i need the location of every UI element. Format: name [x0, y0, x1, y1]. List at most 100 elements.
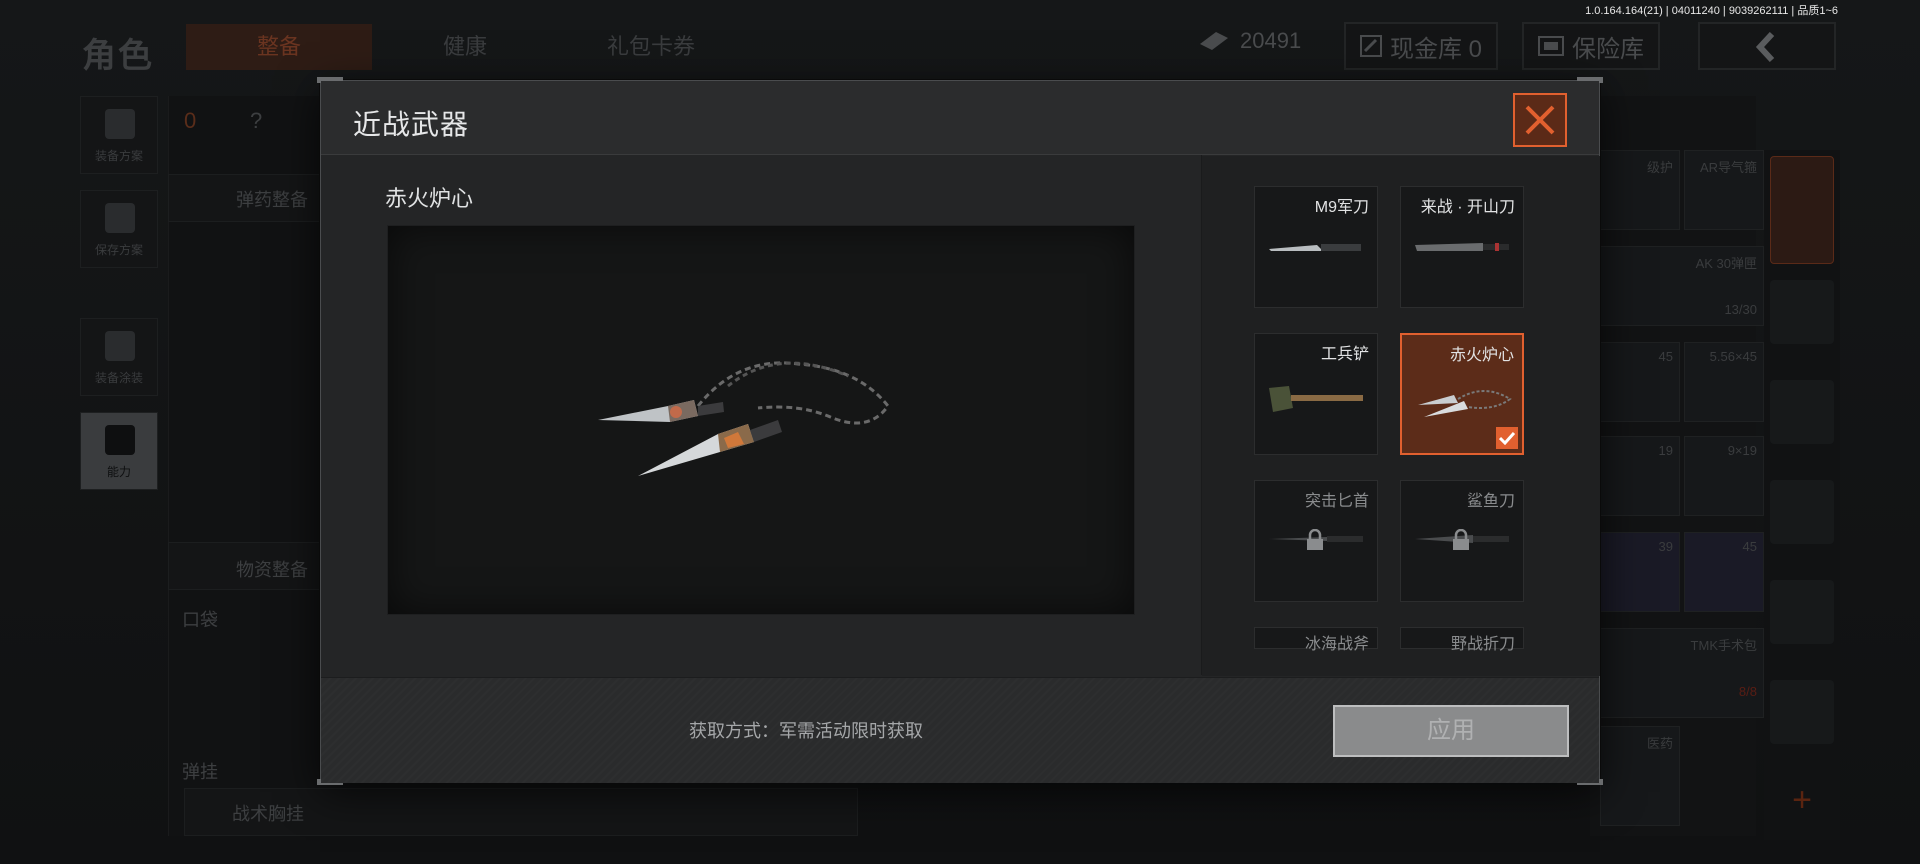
back-button[interactable]: [1698, 22, 1836, 70]
weapon-card-name: 工兵铲: [1320, 346, 1369, 363]
lock-icon: [1453, 529, 1469, 550]
download-icon: [105, 203, 135, 233]
tab-gift-coupons[interactable]: 礼包卡券: [558, 24, 744, 70]
inventory-label: TMK手术包: [1690, 638, 1757, 653]
paint-button[interactable]: 装备涂装: [80, 318, 158, 396]
inventory-label: 9×19: [1727, 443, 1757, 458]
rig-value: 战术胸挂: [232, 804, 304, 824]
rail-item[interactable]: [1770, 480, 1834, 544]
loadout-plan-button[interactable]: 装备方案: [80, 96, 158, 174]
ability-label: 能力: [106, 465, 131, 479]
pocket-label: 口袋: [182, 610, 218, 630]
weapon-card-name: 野战折刀: [1450, 636, 1515, 653]
rail-item[interactable]: [1770, 380, 1834, 444]
rig-label: 弹挂: [182, 762, 218, 782]
weapon-preview[interactable]: [387, 225, 1135, 615]
coin-icon: [1200, 32, 1228, 50]
inventory-cell[interactable]: AK 30弹匣 13/30: [1600, 246, 1764, 326]
supplies-section-label: 物资整备: [236, 560, 308, 580]
weapon-card-m9[interactable]: M9军刀: [1254, 186, 1378, 308]
selected-check-icon: [1496, 427, 1518, 449]
inventory-label: 5.56×45: [1709, 349, 1757, 364]
inventory-cell[interactable]: TMK手术包 8/8: [1600, 628, 1764, 718]
inventory-cell[interactable]: 级护: [1600, 150, 1680, 230]
inventory-label: 13/30: [1724, 302, 1757, 317]
left-menu: 装备方案 保存方案 装备涂装 能力: [80, 96, 158, 506]
inventory-cell[interactable]: 39: [1600, 532, 1680, 612]
weapon-card-ice-axe[interactable]: 冰海战斧: [1254, 627, 1378, 653]
coin-value: 20491: [1240, 28, 1302, 53]
inventory-cell[interactable]: 19: [1600, 436, 1680, 516]
save-plan-label: 保存方案: [94, 243, 143, 257]
weapon-list[interactable]: M9军刀 来战 · 开山刀 工兵铲 赤火炉心 突击匕首 鲨鱼刀 冰海战斧 野战折…: [1202, 156, 1600, 676]
cash-vault-button[interactable]: 现金库 0: [1344, 22, 1499, 70]
inventory-label: AR导气箍: [1699, 160, 1757, 175]
inventory-label: 45: [1742, 539, 1757, 554]
cash-vault-label: 现金库 0: [1390, 35, 1483, 63]
weapon-card-name: 鲨鱼刀: [1466, 493, 1515, 510]
vest-icon: [105, 109, 135, 139]
kunai-image: [1418, 390, 1512, 417]
page-title: 角色: [82, 37, 154, 75]
weapon-card-shovel[interactable]: 工兵铲: [1254, 333, 1378, 455]
bayonet-image: [1269, 244, 1361, 251]
machete-image: [1415, 243, 1509, 251]
tab-health[interactable]: 健康: [372, 24, 558, 70]
dialog-title: 近战武器: [353, 109, 470, 140]
inventory-cell[interactable]: 9×19: [1684, 436, 1764, 516]
weapon-card-shark-knife[interactable]: 鲨鱼刀: [1400, 480, 1524, 602]
inventory-cell[interactable]: AR导气箍: [1684, 150, 1764, 230]
chevron-left-icon: [1755, 31, 1775, 63]
ability-button[interactable]: 能力: [80, 412, 158, 490]
weapon-card-name: M9军刀: [1314, 199, 1369, 216]
rail-item[interactable]: [1770, 580, 1834, 644]
inventory-label: 8/8: [1738, 684, 1757, 699]
safe-icon: [1538, 36, 1564, 56]
close-icon: [1525, 105, 1555, 135]
apply-button[interactable]: 应用: [1333, 705, 1569, 757]
inventory-label: AK 30弹匣: [1695, 256, 1757, 271]
side-rail: +: [1764, 150, 1840, 840]
selected-weapon-name: 赤火炉心: [385, 186, 474, 211]
rail-item[interactable]: [1770, 680, 1834, 744]
version-label: 1.0.164.164(21) | 04011240 | 9039262111 …: [1585, 5, 1838, 17]
rail-item[interactable]: [1770, 280, 1834, 344]
melee-weapon-dialog: 近战武器 赤火炉心 M9军刀 来战 · 开山刀 工兵铲 赤火炉心 突击匕首 鲨鱼…: [317, 77, 1603, 785]
inventory-label: 级护: [1646, 160, 1673, 175]
weapon-card-machete[interactable]: 来战 · 开山刀: [1400, 186, 1524, 308]
coin-counter: 20491: [1198, 28, 1301, 54]
inventory-cell[interactable]: 5.56×45: [1684, 342, 1764, 422]
weapon-card-name: 冰海战斧: [1304, 636, 1369, 653]
armor-count: 0: [184, 108, 197, 133]
ammo-section-label: 弹药整备: [236, 190, 308, 210]
insurance-vault-label: 保险库: [1572, 35, 1644, 63]
acquire-method: 获取方式：军需活动限时获取: [689, 721, 923, 741]
inventory-cell[interactable]: 45: [1600, 342, 1680, 422]
dialog-header: 近战武器: [321, 81, 1599, 155]
inventory-label: 39: [1658, 539, 1673, 554]
inventory-cell[interactable]: 医药: [1600, 726, 1680, 826]
add-icon[interactable]: +: [1770, 770, 1834, 834]
close-button[interactable]: [1513, 93, 1567, 147]
weapon-card-forge-heart[interactable]: 赤火炉心: [1400, 333, 1524, 455]
inventory-label: 45: [1658, 349, 1673, 364]
hexagon-bolt-icon: [105, 425, 135, 455]
helmet-icon: [105, 331, 135, 361]
weapon-card-name: 突击匕首: [1304, 493, 1369, 510]
rail-item-active[interactable]: [1770, 156, 1834, 264]
weapon-card-name: 来战 · 开山刀: [1420, 199, 1515, 216]
inventory-label: 医药: [1646, 736, 1673, 751]
save-plan-button[interactable]: 保存方案: [80, 190, 158, 268]
weapon-card-field-folding-knife[interactable]: 野战折刀: [1400, 627, 1524, 653]
insurance-vault-button[interactable]: 保险库: [1522, 22, 1660, 70]
weapon-preview-image: [598, 361, 890, 476]
weapon-card-name: 赤火炉心: [1449, 347, 1514, 364]
help-icon[interactable]: ?: [250, 108, 262, 134]
weapon-card-assault-dagger[interactable]: 突击匕首: [1254, 480, 1378, 602]
lock-icon: [1307, 529, 1323, 550]
inventory-label: 19: [1658, 443, 1673, 458]
cash-icon: [1360, 35, 1382, 57]
loadout-plan-label: 装备方案: [94, 149, 143, 163]
inventory-cell[interactable]: 45: [1684, 532, 1764, 612]
tab-loadout[interactable]: 整备: [186, 24, 372, 70]
